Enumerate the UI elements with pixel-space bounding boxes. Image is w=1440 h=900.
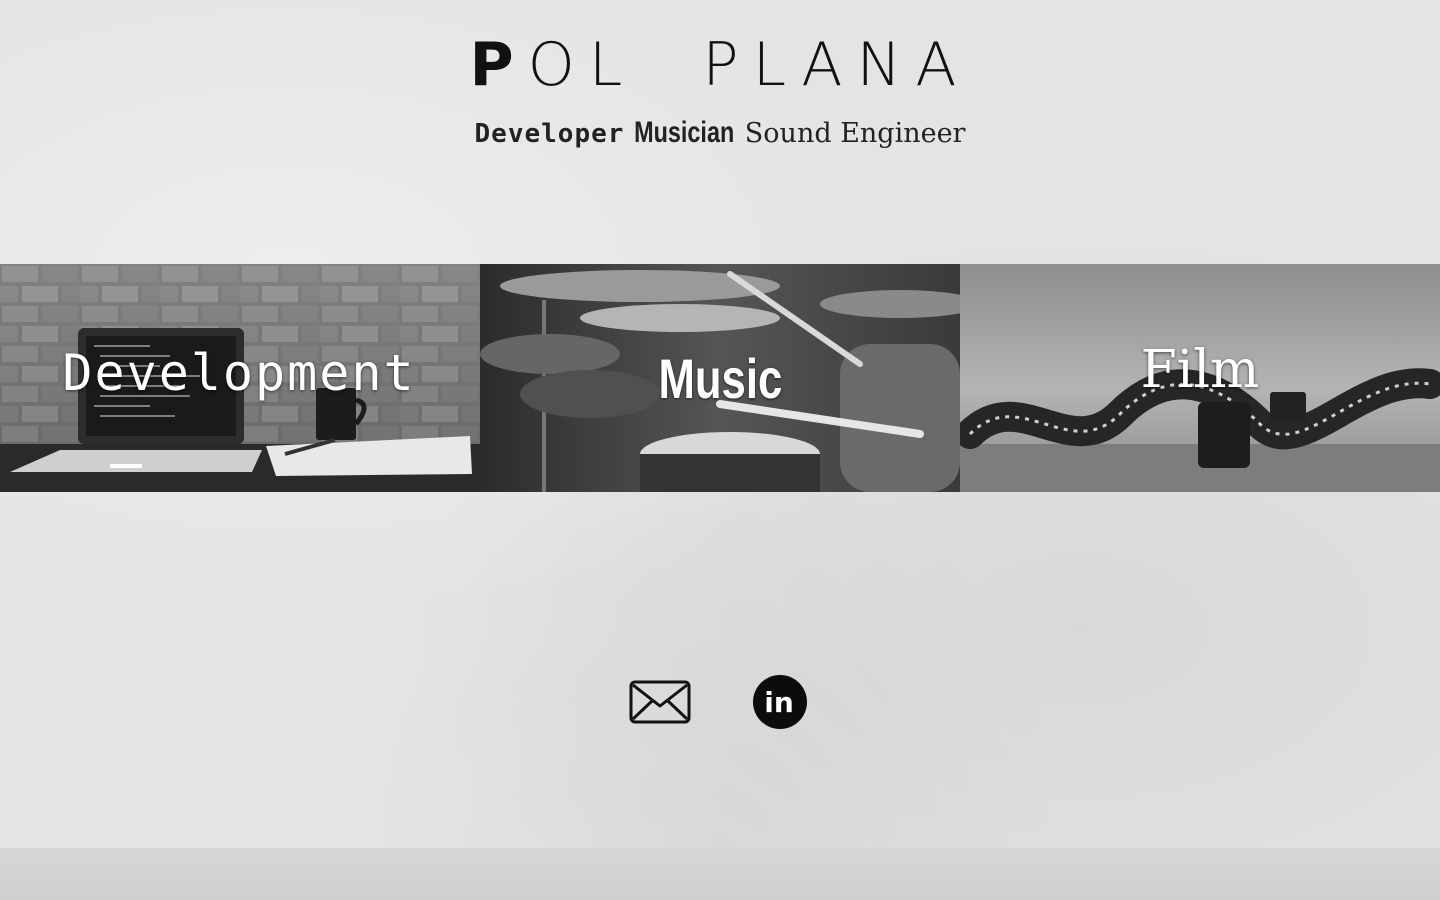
category-panels: Development Music Film xyxy=(0,264,1440,492)
music-label-text: Music xyxy=(658,347,782,410)
tagline-developer: Developer xyxy=(474,119,625,149)
site-title[interactable]: POL PLANA xyxy=(0,0,1440,100)
development-panel[interactable]: Development xyxy=(0,264,480,492)
site-title-rest: OL PLANA xyxy=(527,30,971,100)
music-panel[interactable]: Music xyxy=(480,264,960,492)
linkedin-icon-text: in xyxy=(764,686,794,719)
tagline-sound-engineer: Sound Engineer xyxy=(744,118,966,149)
linkedin-link[interactable]: in xyxy=(752,674,808,730)
envelope-icon xyxy=(629,680,691,724)
linkedin-icon: in xyxy=(753,675,807,729)
tagline: Developer Musician Sound Engineer xyxy=(0,116,1440,150)
music-label: Music xyxy=(480,346,960,411)
film-label: Film xyxy=(1140,340,1260,400)
social-links: in xyxy=(0,674,1440,730)
wall-floor-shade xyxy=(0,848,1440,900)
tagline-musician: Musician xyxy=(634,116,735,149)
site-title-initial: P xyxy=(469,30,528,100)
film-panel[interactable]: Film xyxy=(960,264,1440,492)
site-header: POL PLANA Developer Musician Sound Engin… xyxy=(0,0,1440,150)
email-link[interactable] xyxy=(629,680,691,724)
development-label: Development xyxy=(62,344,416,402)
